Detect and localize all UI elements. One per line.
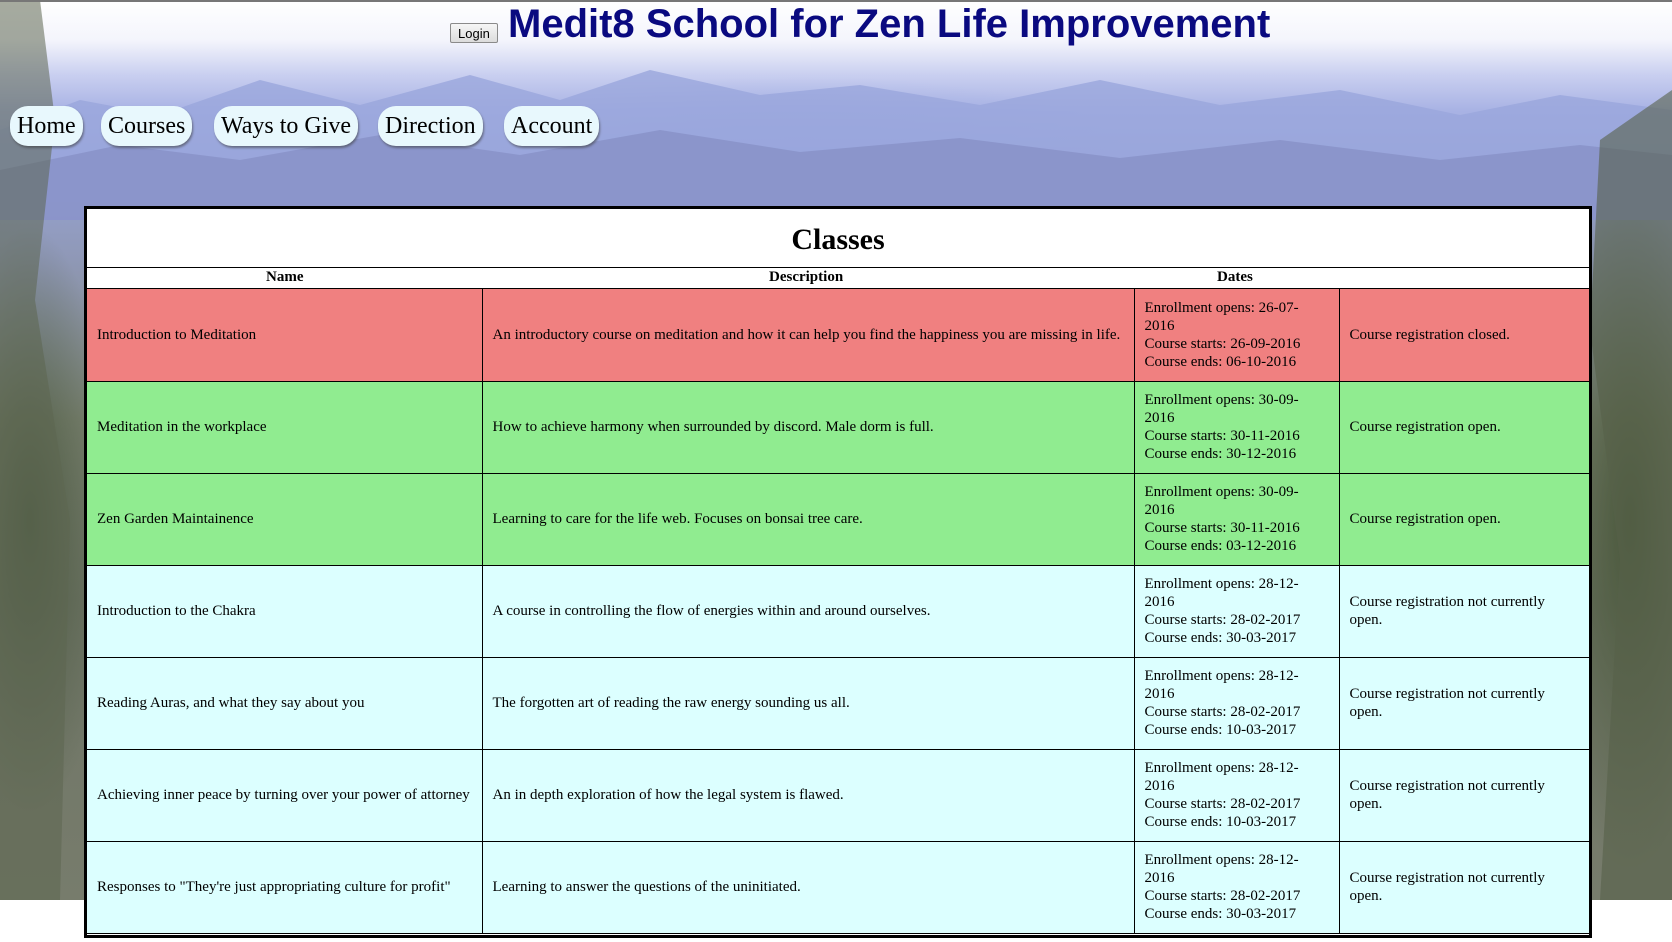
column-header-description: Description: [769, 269, 844, 285]
course-name: Reading Auras, and what they say about y…: [87, 656, 483, 750]
table-row[interactable]: Responses to "They're just appropriating…: [87, 840, 1589, 934]
table-row[interactable]: Achieving inner peace by turning over yo…: [87, 748, 1589, 842]
course-name: Zen Garden Maintainence: [87, 472, 483, 566]
table-row[interactable]: Zen Garden Maintainence Learning to care…: [87, 472, 1589, 566]
enrollment-date: Enrollment opens: 28-12-2016: [1144, 852, 1299, 886]
end-date: Course ends: 10-03-2017: [1144, 814, 1297, 830]
table-row[interactable]: Reading Auras, and what they say about y…: [87, 656, 1589, 750]
course-description: The forgotten art of reading the raw ene…: [481, 656, 1135, 750]
start-date: Course starts: 26-09-2016: [1144, 335, 1301, 352]
course-dates: Enrollment opens: 28-12-2016 Course start…: [1133, 840, 1340, 934]
nav-account[interactable]: Account: [504, 106, 600, 146]
enrollment-date: Enrollment opens: 30-09-2016: [1144, 484, 1299, 518]
course-dates: Enrollment opens: 28-12-2016 Course start…: [1133, 656, 1340, 750]
end-date: Course ends: 03-12-2016: [1144, 538, 1297, 554]
course-description: Learning to answer the questions of the …: [481, 840, 1135, 934]
course-name: Meditation in the workplace: [87, 380, 483, 474]
course-description: An introductory course on meditation and…: [481, 289, 1135, 382]
start-date: Course starts: 30-11-2016: [1144, 428, 1300, 444]
end-date: Course ends: 30-12-2016: [1144, 446, 1297, 462]
login-button[interactable]: Login: [450, 23, 498, 43]
start-date: Course starts: 30-11-2016: [1144, 520, 1300, 536]
registration-status: Course registration not currently open.: [1338, 840, 1589, 934]
site-title: Medit8 School for Zen Life Improvement: [508, 2, 1271, 46]
enrollment-date: Enrollment opens: 28-12-2016: [1144, 668, 1299, 702]
classes-panel: Classes Name Description Dates Introduct…: [84, 206, 1592, 938]
nav-ways-to-give[interactable]: Ways to Give: [214, 106, 359, 146]
enrollment-date: Enrollment opens: 28-12-2016: [1144, 760, 1299, 794]
nav-direction[interactable]: Direction: [378, 106, 483, 146]
start-date: Course starts: 28-02-2017: [1144, 888, 1301, 904]
column-header-name: Name: [266, 269, 304, 285]
registration-status: Course registration open.: [1338, 472, 1589, 566]
course-dates: Enrollment opens: 30-09-2016 Course start…: [1133, 472, 1340, 566]
table-header: Name Description Dates: [87, 268, 1589, 289]
course-description: A course in controlling the flow of ener…: [481, 564, 1135, 658]
course-description: Learning to care for the life web. Focus…: [481, 472, 1135, 566]
course-dates: Enrollment opens: 28-12-2016 Course start…: [1133, 748, 1340, 842]
start-date: Course starts: 28-02-2017: [1144, 796, 1301, 812]
start-date: Course starts: 28-02-2017: [1144, 704, 1301, 720]
course-name: Achieving inner peace by turning over yo…: [87, 748, 483, 842]
course-description: How to achieve harmony when surrounded b…: [481, 380, 1135, 474]
enrollment-date: Enrollment opens: 28-12-2016: [1144, 576, 1299, 610]
table-row[interactable]: Introduction to Meditation An introducto…: [87, 289, 1589, 382]
registration-status: Course registration open.: [1338, 380, 1589, 474]
course-description: An in depth exploration of how the legal…: [481, 748, 1135, 842]
classes-table: Introduction to Meditation An introducto…: [87, 289, 1589, 934]
course-name: Responses to "They're just appropriating…: [87, 840, 483, 934]
end-date: Course ends: 06-10-2016: [1144, 353, 1297, 370]
registration-status: Course registration not currently open.: [1338, 564, 1589, 658]
course-name: Introduction to Meditation: [87, 289, 483, 382]
nav-home[interactable]: Home: [10, 106, 83, 146]
table-row[interactable]: Meditation in the workplace How to achie…: [87, 380, 1589, 474]
course-dates: Enrollment opens: 30-09-2016 Course start…: [1133, 380, 1340, 474]
course-dates: Enrollment opens: 28-12-2016 Course start…: [1133, 564, 1340, 658]
course-dates: Enrollment opens: 26-07-2016 Course start…: [1133, 289, 1340, 382]
enrollment-date: Enrollment opens: 26-07-2016: [1144, 299, 1299, 334]
start-date: Course starts: 28-02-2017: [1144, 612, 1301, 628]
column-header-dates: Dates: [1217, 269, 1253, 285]
registration-status: Course registration not currently open.: [1338, 748, 1589, 842]
nav-courses[interactable]: Courses: [101, 106, 193, 146]
registration-status: Course registration not currently open.: [1338, 656, 1589, 750]
end-date: Course ends: 30-03-2017: [1144, 906, 1297, 922]
classes-title: Classes: [87, 209, 1589, 268]
course-name: Introduction to the Chakra: [87, 564, 483, 658]
end-date: Course ends: 30-03-2017: [1144, 630, 1297, 646]
registration-status: Course registration closed.: [1338, 289, 1589, 382]
table-row[interactable]: Introduction to the Chakra A course in c…: [87, 564, 1589, 658]
end-date: Course ends: 10-03-2017: [1144, 722, 1297, 738]
enrollment-date: Enrollment opens: 30-09-2016: [1144, 392, 1299, 426]
